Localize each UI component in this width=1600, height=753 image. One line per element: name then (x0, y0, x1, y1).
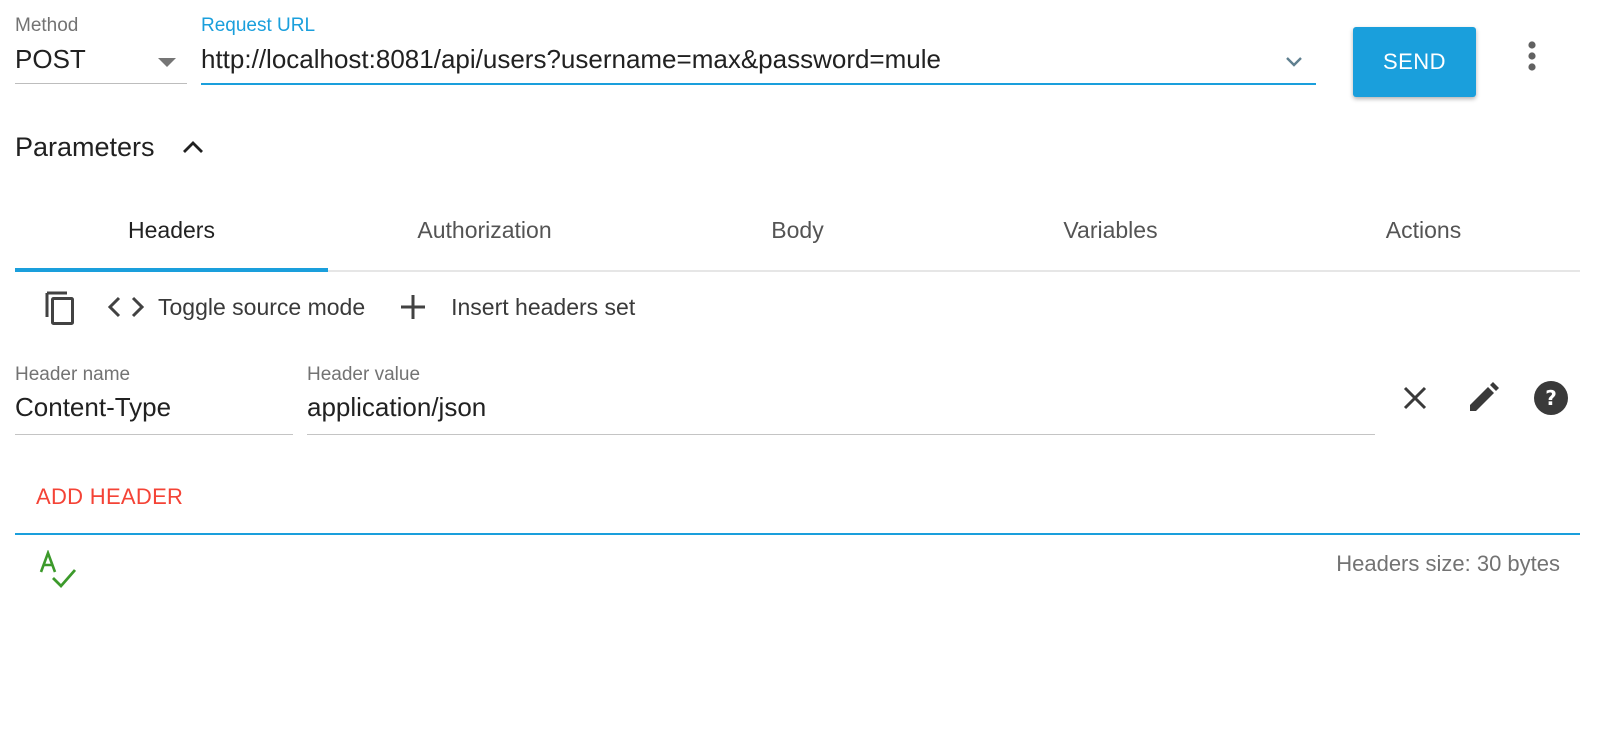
expand-more-icon[interactable] (1282, 50, 1306, 74)
edit-icon[interactable] (1463, 378, 1503, 418)
method-value: POST (15, 44, 86, 74)
expand-less-icon[interactable] (178, 133, 208, 163)
header-name-input[interactable]: Content-Type (15, 392, 293, 435)
code-icon[interactable] (106, 287, 146, 327)
tab-variables[interactable]: Variables (954, 200, 1267, 270)
tab-body[interactable]: Body (641, 200, 954, 270)
method-label: Method (15, 15, 79, 36)
spellcheck-icon (39, 550, 77, 589)
method-select[interactable]: POST (15, 44, 187, 84)
url-value: http://localhost:8081/api/users?username… (201, 44, 941, 74)
svg-text:?: ? (1545, 386, 1557, 410)
url-label: Request URL (201, 15, 316, 36)
send-button[interactable]: SEND (1353, 27, 1476, 97)
close-icon[interactable] (1395, 378, 1435, 418)
tab-actions[interactable]: Actions (1267, 200, 1580, 270)
parameters-title: Parameters (15, 132, 155, 162)
add-icon[interactable] (393, 287, 433, 327)
help-icon[interactable]: ? (1531, 378, 1571, 418)
insert-headers-set-button[interactable]: Insert headers set (451, 294, 635, 321)
tab-authorization[interactable]: Authorization (328, 200, 641, 270)
tab-bar: Headers Authorization Body Variables Act… (15, 200, 1580, 272)
url-input[interactable]: http://localhost:8081/api/users?username… (201, 44, 1316, 85)
tab-headers[interactable]: Headers (15, 200, 328, 272)
header-value-label: Header value (307, 364, 421, 385)
section-divider (15, 533, 1580, 535)
header-name-label: Header name (15, 364, 131, 385)
toggle-source-mode-button[interactable]: Toggle source mode (158, 294, 365, 321)
copy-icon[interactable] (40, 287, 80, 327)
more-vert-icon[interactable] (1517, 36, 1547, 76)
header-value-input[interactable]: application/json (307, 392, 1375, 435)
chevron-down-icon (158, 58, 176, 67)
headers-toolbar: Toggle source mode Insert headers set (40, 286, 635, 328)
add-header-button[interactable]: ADD HEADER (36, 484, 183, 510)
headers-size-status: Headers size: 30 bytes (1336, 551, 1560, 576)
